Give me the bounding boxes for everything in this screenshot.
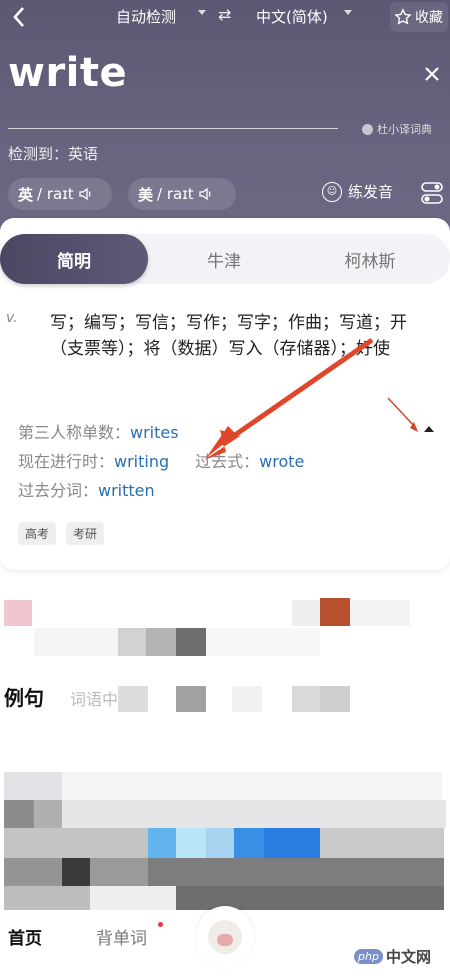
brand: 杜小译词典 [362,121,432,137]
present-participle-label: 现在进行时： [18,452,115,471]
watermark-text: 中文网 [385,948,431,966]
favorite-label: 收藏 [415,10,443,26]
watermark-badge: php [354,949,383,964]
form-row: 过去分词：written [18,476,438,505]
blur-block [62,800,446,828]
blur-block [232,686,262,712]
blur-block [34,628,118,656]
nav-home[interactable]: 首页 [8,924,42,949]
chevron-down-icon [344,10,352,15]
practice-label: 练发音 [348,183,394,201]
part-of-speech: v. [6,310,18,326]
blur-block [264,828,320,858]
chevron-left-icon [13,7,24,27]
third-person-link[interactable]: writes [130,423,179,442]
watermark: php 中文网 [354,946,431,967]
past-participle-link[interactable]: written [98,481,155,500]
toggle-settings-button[interactable] [420,180,444,206]
collapse-caret-icon[interactable] [424,426,434,432]
pig-nose [217,934,233,946]
blur-block [148,828,176,858]
tab-concise[interactable]: 简明 [0,234,148,284]
face-icon: ☺ [322,181,342,202]
blur-block [4,800,34,828]
definition-text: 写；编写；写信；写作；写字；作曲；写道；开（支票等）；将（数据）写入（存储器）；… [50,313,407,359]
form-row: 现在进行时：writing 过去式：wrote [18,447,438,476]
pig-icon [208,920,242,954]
favorite-button[interactable]: 收藏 [390,2,448,32]
blur-block [4,886,90,912]
blur-block [176,828,206,858]
uk-pronunciation-button[interactable]: 英 / raɪt [8,178,112,210]
tag-list: 高考 考研 [18,522,105,545]
target-language-select[interactable]: 中文(简体) [256,6,328,27]
blur-block [234,828,264,858]
notification-dot [158,922,163,927]
blur-block [320,598,350,626]
blur-block [320,828,444,858]
us-pronunciation-button[interactable]: 美 / raɪt [128,178,236,210]
blur-block [4,858,62,886]
blur-block [62,858,90,886]
present-participle-link[interactable]: writing [114,452,169,471]
nav-words[interactable]: 背单词 [96,924,147,949]
blur-block [148,858,444,886]
uk-ipa: / raɪt [37,185,74,203]
past-participle-label: 过去分词： [18,481,99,500]
chevron-down-icon [198,10,206,15]
blur-block [146,628,176,656]
blur-block [34,800,62,828]
clear-button[interactable] [418,60,446,88]
past-label: 过去式： [195,452,260,471]
back-button[interactable] [6,2,32,32]
dictionary-tabs: 简明 牛津 柯林斯 [0,234,450,284]
blur-block [90,858,148,886]
tag-gaokao[interactable]: 高考 [18,522,57,545]
swap-icon[interactable]: ⇄ [218,5,231,24]
blur-block [320,686,350,712]
blur-block [118,686,148,712]
us-ipa: / raɪt [157,185,194,203]
us-label: 美 [138,185,154,204]
source-language-select[interactable]: 自动检测 [116,6,176,27]
blur-block [4,600,32,626]
close-icon [425,67,439,81]
brand-logo-icon [362,123,373,135]
speaker-icon [199,187,211,201]
blur-block [90,886,176,912]
blur-block [176,686,206,712]
toggle-icon [421,182,443,204]
blur-block [4,828,148,858]
blur-block [206,628,320,656]
blur-block [292,600,320,626]
detected-language: 检测到：英语 [8,145,99,163]
blur-block [350,600,410,626]
definition-card: 简明 牛津 柯林斯 v. 写；编写；写信；写作；写字；作曲；写道；开（支票等）；… [0,218,450,570]
past-link[interactable]: wrote [259,452,304,471]
blur-block [4,772,62,800]
star-icon [394,8,412,25]
mascot-button[interactable] [196,906,254,968]
blur-block [118,628,146,656]
tag-kaoyan[interactable]: 考研 [66,522,105,545]
third-person-label: 第三人称单数： [18,423,131,442]
word-forms: 第三人称单数：writes 现在进行时：writing 过去式：wrote 过去分… [18,418,438,505]
uk-label: 英 [18,185,34,204]
blur-block [206,828,234,858]
query-word[interactable]: write [8,50,127,96]
tab-collins[interactable]: 柯林斯 [300,234,440,284]
brand-label: 杜小译词典 [377,123,432,136]
blur-block [176,628,206,656]
tab-oxford[interactable]: 牛津 [162,234,286,284]
speaker-icon [79,187,91,201]
input-underline [8,128,338,129]
blur-block [292,686,320,712]
blur-block [62,772,442,800]
examples-tab-phrase[interactable]: 词语中 [70,686,118,710]
form-row: 第三人称单数：writes [18,418,438,447]
examples-title[interactable]: 例句 [4,682,44,711]
practice-pronunciation-button[interactable]: ☺ 练发音 [322,181,393,202]
